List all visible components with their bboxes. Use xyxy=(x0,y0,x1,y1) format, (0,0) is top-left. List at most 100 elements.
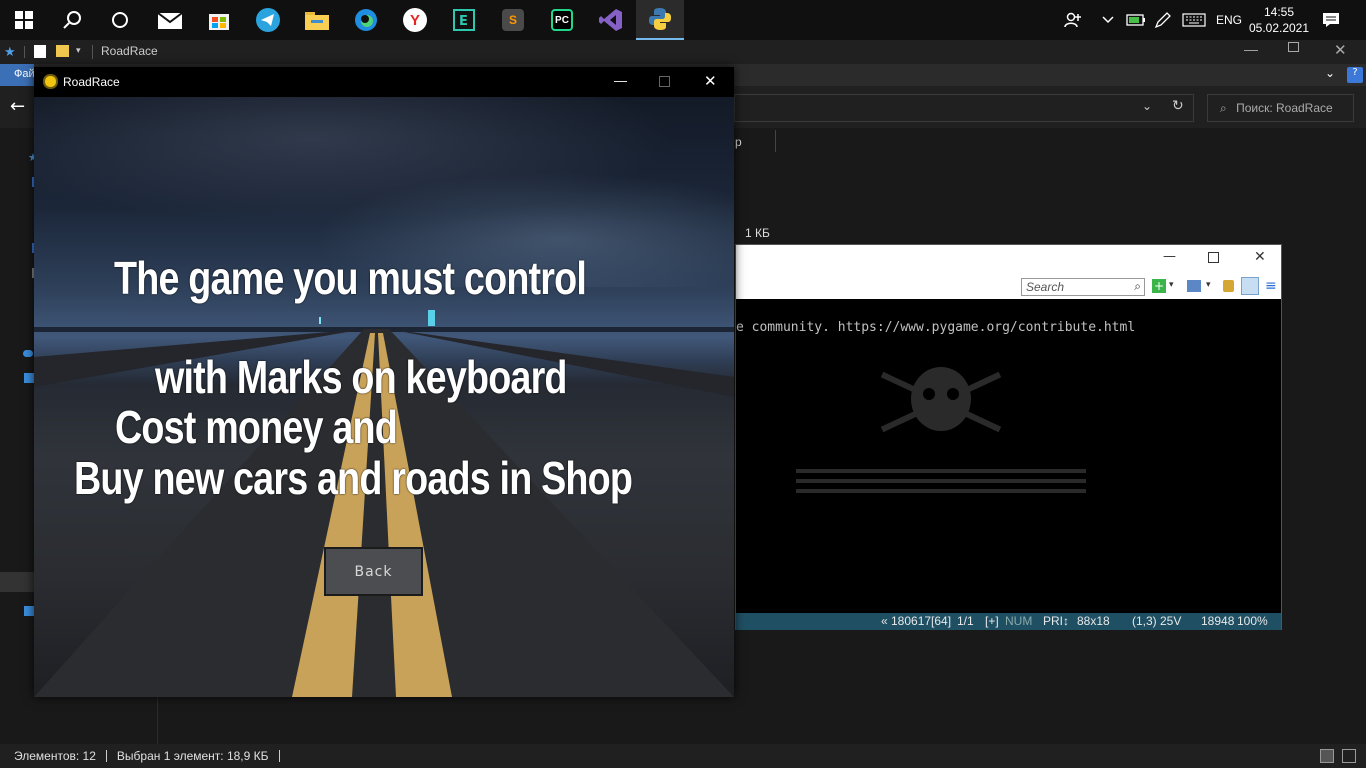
back-button[interactable]: Back xyxy=(324,547,423,596)
status-pid: 18948 xyxy=(1201,614,1235,628)
visual-studio-icon[interactable] xyxy=(587,0,635,40)
telegram-icon[interactable] xyxy=(244,0,292,40)
column-header-partial: р xyxy=(735,135,742,149)
close-icon[interactable]: ✕ xyxy=(1334,41,1347,59)
yandex-browser-icon[interactable]: Y xyxy=(391,0,439,40)
console-search-input[interactable]: Search ⌕ xyxy=(1021,278,1145,296)
taskbar: Y E S PC ENG 14:55 05.02.2021 xyxy=(0,0,1366,40)
status-plus: [+] xyxy=(985,614,999,628)
explorer-status-bar: Элементов: 12 Выбран 1 элемент: 18,9 КБ xyxy=(0,744,1366,768)
status-position: « 180617[64] xyxy=(881,614,952,628)
properties-icon[interactable] xyxy=(34,45,46,58)
game-canvas[interactable]: The game you must control with Marks on … xyxy=(34,97,734,697)
separator xyxy=(24,46,25,58)
instruction-line-3: Cost money and xyxy=(115,401,398,453)
details-view-icon[interactable] xyxy=(1320,749,1334,763)
this-pc-icon[interactable] xyxy=(24,373,34,383)
large-icons-view-icon[interactable] xyxy=(1342,749,1356,763)
address-dropdown-icon[interactable]: ⌄ xyxy=(1142,99,1152,113)
search-icon: ⌕ xyxy=(1220,101,1227,115)
search-icon[interactable] xyxy=(48,0,96,40)
search-icon[interactable]: ⌕ xyxy=(1134,279,1141,294)
svg-text:E: E xyxy=(459,14,468,29)
explorer-title: RoadRace xyxy=(101,44,158,58)
pygame-snake-icon xyxy=(43,74,58,89)
minimize-icon[interactable]: — xyxy=(1244,41,1258,57)
battery-icon[interactable] xyxy=(1126,0,1148,40)
notifications-icon[interactable] xyxy=(1322,0,1344,40)
python-icon[interactable] xyxy=(636,0,684,40)
new-console-icon[interactable]: + xyxy=(1152,279,1166,293)
separator xyxy=(278,750,280,762)
instruction-line-1: The game you must control xyxy=(114,252,587,304)
game-titlebar: RoadRace — ✕ xyxy=(34,67,734,97)
dropdown-icon[interactable]: ▾ xyxy=(1206,280,1211,290)
close-icon[interactable]: ✕ xyxy=(1254,249,1266,265)
people-icon[interactable] xyxy=(1064,0,1086,40)
console-output: e community. https://www.pygame.org/cont… xyxy=(736,299,1281,613)
search-placeholder: Поиск: RoadRace xyxy=(1236,101,1333,115)
status-cursor: (1,3) 25V xyxy=(1132,614,1182,628)
instruction-line-4: Buy new cars and roads in Shop xyxy=(74,452,633,504)
windows-start-icon[interactable] xyxy=(0,0,48,40)
explorer-titlebar: ★ ▾ RoadRace — ✕ xyxy=(0,40,1366,64)
status-zoom: 100% xyxy=(1237,614,1268,628)
column-divider xyxy=(775,130,776,152)
pane-icon[interactable] xyxy=(1241,277,1259,295)
onedrive-icon[interactable] xyxy=(23,350,33,357)
store-icon[interactable] xyxy=(195,0,243,40)
language-indicator[interactable]: ENG xyxy=(1216,0,1246,40)
status-selection: Выбран 1 элемент: 18,9 КБ xyxy=(116,749,269,763)
layout-icon[interactable] xyxy=(1187,280,1201,292)
customize-dropdown-icon[interactable]: ▾ xyxy=(76,45,81,56)
minimize-icon[interactable]: — xyxy=(1163,249,1176,264)
separator xyxy=(92,45,93,59)
instruction-line-2: with Marks on keyboard xyxy=(155,351,567,403)
address-field[interactable]: ⌄ ↻ xyxy=(734,94,1194,122)
cursor-mark xyxy=(319,317,321,324)
menu-icon[interactable]: ≡ xyxy=(1265,278,1277,294)
status-item-count: Элементов: 12 xyxy=(14,749,96,763)
explorer-search-input[interactable]: ⌕ Поиск: RoadRace xyxy=(1207,94,1354,122)
status-size: 88x18 xyxy=(1077,614,1110,628)
lock-icon[interactable] xyxy=(1223,280,1234,292)
mail-icon[interactable] xyxy=(146,0,194,40)
network-icon[interactable] xyxy=(24,606,34,616)
dropdown-icon[interactable]: ▾ xyxy=(1169,280,1174,290)
chevron-up-icon[interactable] xyxy=(1102,0,1118,40)
status-num: NUM xyxy=(1005,614,1033,628)
help-icon[interactable]: ? xyxy=(1347,67,1363,83)
file-explorer-icon[interactable] xyxy=(293,0,341,40)
new-folder-icon[interactable] xyxy=(56,45,69,57)
file-size-cell: 1 КБ xyxy=(745,226,770,240)
close-icon[interactable]: ✕ xyxy=(704,72,717,90)
clock-date: 05.02.2021 xyxy=(1248,21,1310,35)
cortana-icon[interactable] xyxy=(96,0,144,40)
file-menu[interactable]: Фай xyxy=(0,64,35,86)
maximize-icon[interactable] xyxy=(1208,252,1219,263)
e-app-icon[interactable]: E xyxy=(440,0,488,40)
keyboard-icon[interactable] xyxy=(1182,0,1208,40)
console-status-bar: « 180617[64] 1/1 [+] NUM PRI↕ 88x18 (1,3… xyxy=(736,613,1281,630)
pycharm-icon[interactable]: PC xyxy=(538,0,586,40)
console-titlebar: — ✕ Search ⌕ + ▾ ▾ ≡ xyxy=(736,245,1281,299)
status-page: 1/1 xyxy=(957,614,974,628)
back-arrow-icon[interactable]: ← xyxy=(10,96,25,117)
restore-icon[interactable] xyxy=(1288,42,1299,52)
maximize-icon[interactable] xyxy=(659,76,670,87)
minimize-icon[interactable]: — xyxy=(614,73,627,88)
sublime-text-icon[interactable]: S xyxy=(489,0,537,40)
clock[interactable]: 14:55 05.02.2021 xyxy=(1248,0,1310,40)
ascii-art-pirate-logo xyxy=(796,367,1086,493)
pen-icon[interactable] xyxy=(1154,0,1176,40)
edge-icon[interactable] xyxy=(342,0,390,40)
search-placeholder: Search xyxy=(1026,280,1065,294)
cursor-mark xyxy=(428,310,435,326)
quick-access-star-icon[interactable]: ★ xyxy=(4,44,16,60)
console-line: e community. https://www.pygame.org/cont… xyxy=(736,320,1136,335)
ribbon-expand-icon[interactable]: ⌄ xyxy=(1325,66,1335,80)
status-pri: PRI↕ xyxy=(1043,614,1070,628)
nav-item-selected[interactable] xyxy=(0,572,34,592)
game-window: RoadRace — ✕ The game you must control w… xyxy=(34,67,734,697)
refresh-icon[interactable]: ↻ xyxy=(1172,98,1184,114)
